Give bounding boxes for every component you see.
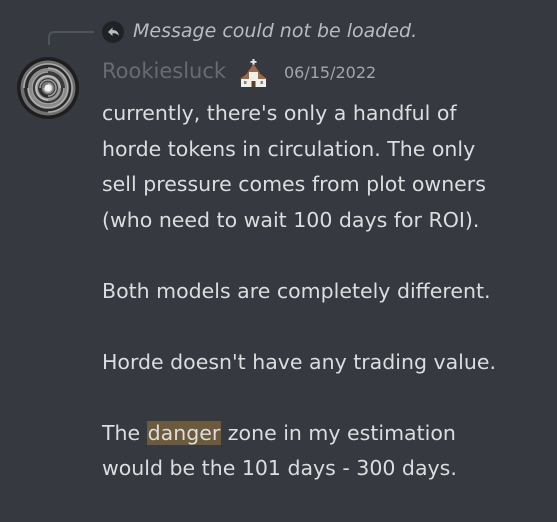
text-line: Both models are completely different. (102, 278, 491, 303)
church-icon[interactable] (237, 58, 271, 88)
message-content: currently, there's only a handful of hor… (102, 96, 552, 522)
reply-connector-line (48, 31, 94, 45)
text-fragment: The (102, 420, 147, 445)
author-username[interactable]: Rookiesluck (102, 56, 226, 86)
text-line: would be the 101 days - 300 days. (102, 456, 457, 480)
text-line: sell pressure comes from plot owners (102, 172, 486, 196)
paragraph: currently, there's only a handful of hor… (102, 96, 552, 238)
reply-arrow-icon (102, 21, 124, 43)
text-line: currently, there's only a handful of (102, 101, 457, 125)
reply-unavailable-text[interactable]: Message could not be loaded. (133, 17, 417, 45)
paragraph: Horde doesn't have any trading value. (102, 345, 552, 381)
search-highlight: danger (146, 420, 222, 445)
message-timestamp[interactable]: 06/15/2022 (284, 60, 376, 86)
text-line: horde tokens in circulation. The only (102, 136, 476, 161)
text-line: Horde doesn't have any trading value. (102, 349, 496, 374)
text-fragment: zone in my estimation (221, 420, 456, 445)
paragraph: Both models are completely different. (102, 274, 552, 310)
paragraph: The danger zone in my estimation would b… (102, 416, 552, 487)
text-line: The danger zone in my estimation (102, 416, 552, 452)
spiral-avatar-icon (23, 63, 73, 113)
chat-message: Message could not be loaded. Rookiesluck (0, 0, 557, 520)
text-line: (who need to wait 100 days for ROI). (102, 207, 480, 232)
avatar[interactable] (17, 57, 79, 119)
